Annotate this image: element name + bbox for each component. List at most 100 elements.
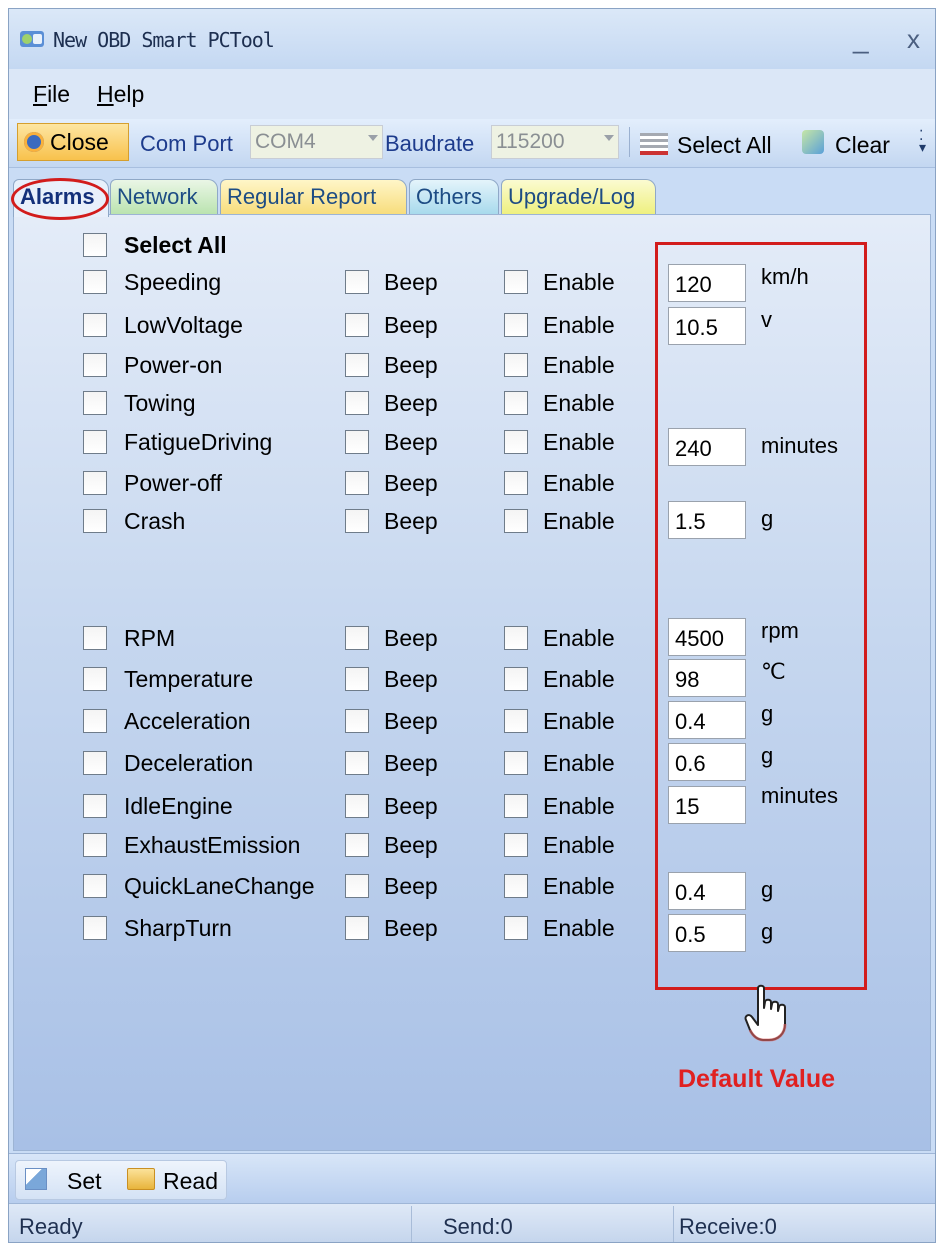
beep-checkbox[interactable] xyxy=(345,313,369,337)
enable-label: Enable xyxy=(543,832,615,858)
beep-label: Beep xyxy=(384,352,438,378)
beep-label: Beep xyxy=(384,470,438,496)
select-all-checkbox[interactable] xyxy=(83,233,107,257)
toolbar: Close Com Port COM4 Baudrate 115200 Sele… xyxy=(9,119,935,168)
alarm-checkbox[interactable] xyxy=(83,353,107,377)
beep-checkbox[interactable] xyxy=(345,353,369,377)
toolbar-overflow-icon[interactable]: ⁚ ▾ xyxy=(919,128,926,154)
menu-file-mnemonic: F xyxy=(33,81,48,107)
folder-icon xyxy=(127,1168,155,1190)
chevron-down-icon xyxy=(604,135,614,141)
title-bar: New OBD Smart PCTool _ x xyxy=(9,9,935,70)
enable-checkbox[interactable] xyxy=(504,509,528,533)
status-separator xyxy=(673,1206,674,1242)
status-send: Send:0 xyxy=(443,1214,513,1239)
status-separator xyxy=(411,1206,412,1242)
enable-checkbox[interactable] xyxy=(504,626,528,650)
alarm-checkbox[interactable] xyxy=(83,270,107,294)
enable-checkbox[interactable] xyxy=(504,833,528,857)
enable-label: Enable xyxy=(543,666,615,692)
close-port-button[interactable]: Close xyxy=(17,123,129,161)
enable-label: Enable xyxy=(543,873,615,899)
chevron-down-icon xyxy=(368,135,378,141)
tab-regular-report[interactable]: Regular Report xyxy=(220,179,407,215)
alarm-checkbox[interactable] xyxy=(83,391,107,415)
tab-network[interactable]: Network xyxy=(110,179,218,215)
beep-label: Beep xyxy=(384,269,438,295)
menu-help[interactable]: Help xyxy=(97,81,144,108)
enable-checkbox[interactable] xyxy=(504,794,528,818)
close-window-button[interactable]: x xyxy=(907,25,920,53)
enable-checkbox[interactable] xyxy=(504,313,528,337)
enable-checkbox[interactable] xyxy=(504,471,528,495)
beep-checkbox[interactable] xyxy=(345,509,369,533)
alarm-checkbox[interactable] xyxy=(83,833,107,857)
alarm-name: LowVoltage xyxy=(124,312,243,338)
alarm-checkbox[interactable] xyxy=(83,916,107,940)
alarm-checkbox[interactable] xyxy=(83,794,107,818)
beep-checkbox[interactable] xyxy=(345,709,369,733)
status-ready: Ready xyxy=(19,1214,83,1239)
enable-label: Enable xyxy=(543,312,615,338)
beep-checkbox[interactable] xyxy=(345,391,369,415)
beep-checkbox[interactable] xyxy=(345,430,369,454)
menu-file-label: ile xyxy=(47,81,71,107)
beep-checkbox[interactable] xyxy=(345,916,369,940)
pointer-hand-icon xyxy=(744,984,787,1042)
enable-checkbox[interactable] xyxy=(504,916,528,940)
set-icon xyxy=(25,1168,47,1190)
close-port-label: Close xyxy=(50,129,109,155)
beep-label: Beep xyxy=(384,793,438,819)
minimize-button[interactable]: _ xyxy=(853,25,869,53)
beep-checkbox[interactable] xyxy=(345,626,369,650)
beep-label: Beep xyxy=(384,508,438,534)
alarm-checkbox[interactable] xyxy=(83,509,107,533)
alarm-checkbox[interactable] xyxy=(83,709,107,733)
status-bar: Ready Send:0 Receive:0 xyxy=(9,1203,935,1242)
enable-checkbox[interactable] xyxy=(504,391,528,415)
tab-others[interactable]: Others xyxy=(409,179,499,215)
alarm-checkbox[interactable] xyxy=(83,313,107,337)
com-port-select[interactable]: COM4 xyxy=(250,125,383,159)
alarm-checkbox[interactable] xyxy=(83,430,107,454)
enable-label: Enable xyxy=(543,915,615,941)
app-logo-icon xyxy=(20,31,44,47)
enable-checkbox[interactable] xyxy=(504,751,528,775)
enable-checkbox[interactable] xyxy=(504,353,528,377)
enable-checkbox[interactable] xyxy=(504,874,528,898)
beep-label: Beep xyxy=(384,390,438,416)
enable-checkbox[interactable] xyxy=(504,667,528,691)
enable-checkbox[interactable] xyxy=(504,430,528,454)
beep-checkbox[interactable] xyxy=(345,270,369,294)
alarm-name: Deceleration xyxy=(124,750,254,776)
alarm-checkbox[interactable] xyxy=(83,471,107,495)
alarm-checkbox[interactable] xyxy=(83,874,107,898)
alarm-checkbox[interactable] xyxy=(83,667,107,691)
alarm-name: RPM xyxy=(124,625,176,651)
alarm-name: Power-off xyxy=(124,470,223,496)
enable-checkbox[interactable] xyxy=(504,270,528,294)
tab-others-label: Others xyxy=(416,184,483,209)
beep-checkbox[interactable] xyxy=(345,874,369,898)
menu-file[interactable]: File xyxy=(33,81,70,108)
select-all-label: Select All xyxy=(124,232,227,258)
alarm-checkbox[interactable] xyxy=(83,626,107,650)
baudrate-select[interactable]: 115200 xyxy=(491,125,619,159)
connect-icon xyxy=(24,132,44,152)
beep-checkbox[interactable] xyxy=(345,751,369,775)
clear-icon xyxy=(802,130,824,154)
enable-label: Enable xyxy=(543,793,615,819)
beep-checkbox[interactable] xyxy=(345,471,369,495)
beep-checkbox[interactable] xyxy=(345,833,369,857)
default-value-highlight-box xyxy=(655,242,867,990)
action-bar: Set Read xyxy=(9,1153,935,1204)
alarm-name: QuickLaneChange xyxy=(124,873,315,899)
window-title: New OBD Smart PCTool xyxy=(53,28,275,52)
tab-upgrade-log-label: Upgrade/Log xyxy=(508,184,636,209)
baudrate-value: 115200 xyxy=(496,130,565,153)
beep-checkbox[interactable] xyxy=(345,667,369,691)
beep-checkbox[interactable] xyxy=(345,794,369,818)
alarm-checkbox[interactable] xyxy=(83,751,107,775)
enable-checkbox[interactable] xyxy=(504,709,528,733)
tab-upgrade-log[interactable]: Upgrade/Log xyxy=(501,179,656,215)
